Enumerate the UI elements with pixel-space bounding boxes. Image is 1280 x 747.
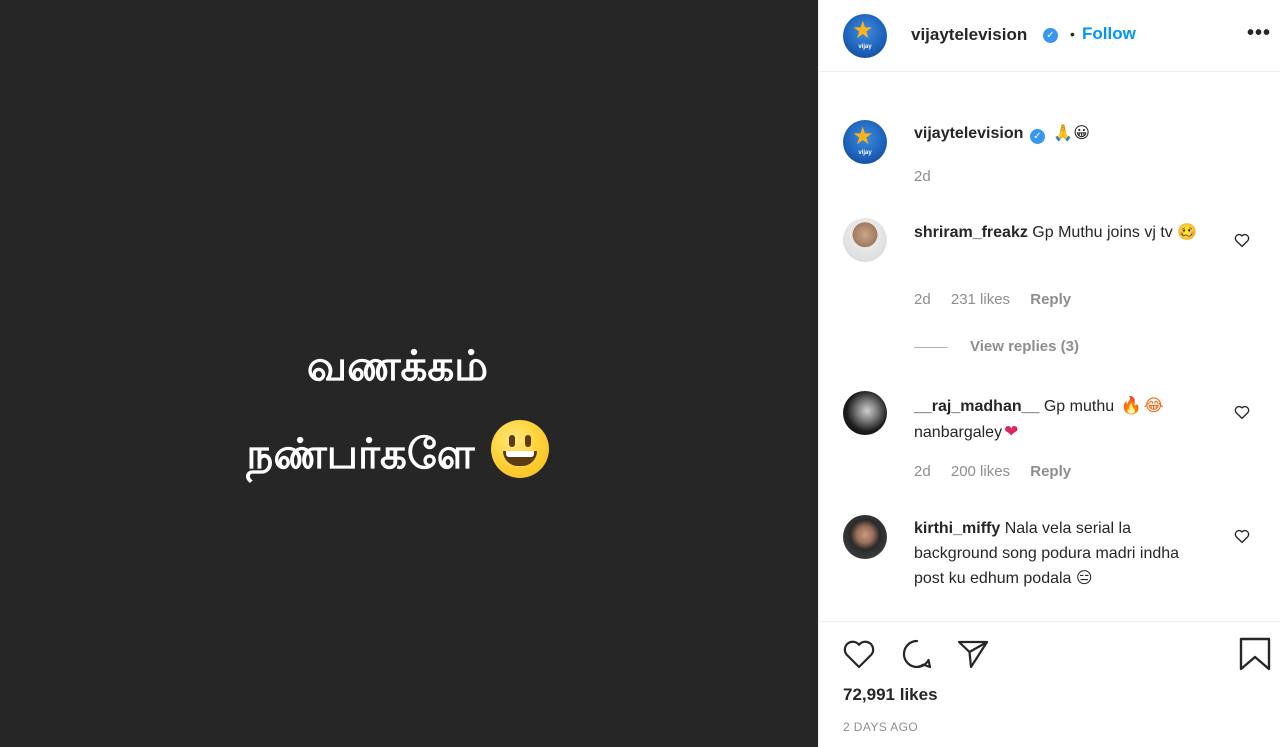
caption-text: vijaytelevision ✓ 🙏😀 <box>914 121 1214 146</box>
reply-button[interactable]: Reply <box>1030 463 1071 480</box>
view-replies-button[interactable]: View replies (3) <box>970 338 1079 355</box>
star-logo-icon: ★ <box>852 123 874 150</box>
caption-username[interactable]: vijaytelevision <box>914 125 1023 142</box>
post-likes-count[interactable]: 72,991 likes <box>843 685 938 705</box>
like-heart-icon[interactable] <box>841 636 877 672</box>
share-send-icon[interactable] <box>955 636 991 672</box>
like-comment-heart-icon[interactable] <box>1233 527 1251 545</box>
follow-button[interactable]: Follow <box>1082 24 1136 44</box>
post-text-line-2: நண்பர்களே <box>0 410 795 498</box>
post-image-text: வணக்கம் நண்பர்களே <box>0 322 795 498</box>
like-comment-heart-icon[interactable] <box>1233 231 1251 249</box>
comment-time[interactable]: 2d <box>914 291 931 308</box>
header-username[interactable]: vijaytelevision <box>911 25 1027 45</box>
comment-body-continued: nanbargaley <box>914 424 1003 441</box>
post-header: ★ vijay vijaytelevision ✓ • Follow ••• <box>819 0 1280 72</box>
post-sidebar: ★ vijay vijaytelevision ✓ • Follow ••• ★… <box>818 0 1280 747</box>
comment-body: Gp Muthu joins vj tv <box>1032 224 1173 241</box>
header-separator: • <box>1070 26 1075 42</box>
verified-badge-icon: ✓ <box>1029 129 1045 144</box>
comment-username[interactable]: kirthi_miffy <box>914 520 1000 537</box>
save-bookmark-icon[interactable] <box>1237 636 1273 672</box>
post-actions: 72,991 likes 2 DAYS AGO <box>819 621 1280 747</box>
avatar-brand-text: vijay <box>858 150 872 156</box>
post-text-line-1: வணக்கம் <box>306 341 489 390</box>
post-timestamp[interactable]: 2 DAYS AGO <box>843 720 918 734</box>
red-heart-icon: ❤ <box>1004 422 1019 441</box>
comment-time[interactable]: 2d <box>914 463 931 480</box>
star-logo-icon: ★ <box>852 17 874 44</box>
vijay-tv-avatar[interactable]: ★ vijay <box>843 14 887 58</box>
caption-time[interactable]: 2d <box>914 168 931 185</box>
commenter-avatar[interactable] <box>843 515 887 559</box>
commenter-avatar[interactable] <box>843 391 887 435</box>
comment-text: shriram_freakz Gp Muthu joins vj tv 🥴 <box>914 220 1214 245</box>
post-text-line-2-text: நண்பர்களே <box>246 429 475 478</box>
verified-badge-icon: ✓ <box>1043 28 1058 43</box>
reply-button[interactable]: Reply <box>1030 291 1071 308</box>
like-comment-heart-icon[interactable] <box>1233 403 1251 421</box>
post-image[interactable]: வணக்கம் நண்பர்களே <box>0 0 818 747</box>
comment-text: __raj_madhan__ Gp muthu 🔥 😂 nanbargaley ❤ <box>914 393 1214 445</box>
fire-icon: 🔥 <box>1120 396 1142 415</box>
more-options-icon[interactable]: ••• <box>1247 22 1271 45</box>
grinning-face-icon <box>490 420 549 478</box>
commenter-avatar[interactable] <box>843 218 887 262</box>
view-replies-divider <box>914 347 948 348</box>
comment-body: Gp muthu <box>1043 398 1115 415</box>
caption-avatar[interactable]: ★ vijay <box>843 120 887 164</box>
woozy-face-icon: 🥴 <box>1177 224 1198 241</box>
expressionless-face-icon: 😑 <box>1075 570 1093 587</box>
avatar-brand-text: vijay <box>858 44 872 50</box>
comment-meta: 2d 231 likes Reply <box>914 291 1087 308</box>
comment-username[interactable]: __raj_madhan__ <box>914 398 1039 415</box>
comment-likes[interactable]: 200 likes <box>951 463 1010 480</box>
comment-text: kirthi_miffy Nala vela serial la backgro… <box>914 516 1204 591</box>
comment-bubble-icon[interactable] <box>899 636 935 672</box>
caption-emojis: 🙏😀 <box>1053 125 1090 142</box>
comment-likes[interactable]: 231 likes <box>951 291 1010 308</box>
comment-username[interactable]: shriram_freakz <box>914 224 1028 241</box>
comment-meta: 2d 200 likes Reply <box>914 463 1087 480</box>
comments-section[interactable]: ★ vijay vijaytelevision ✓ 🙏😀 2d shriram_… <box>819 73 1280 621</box>
laughing-face-icon: 😂 <box>1143 396 1164 415</box>
